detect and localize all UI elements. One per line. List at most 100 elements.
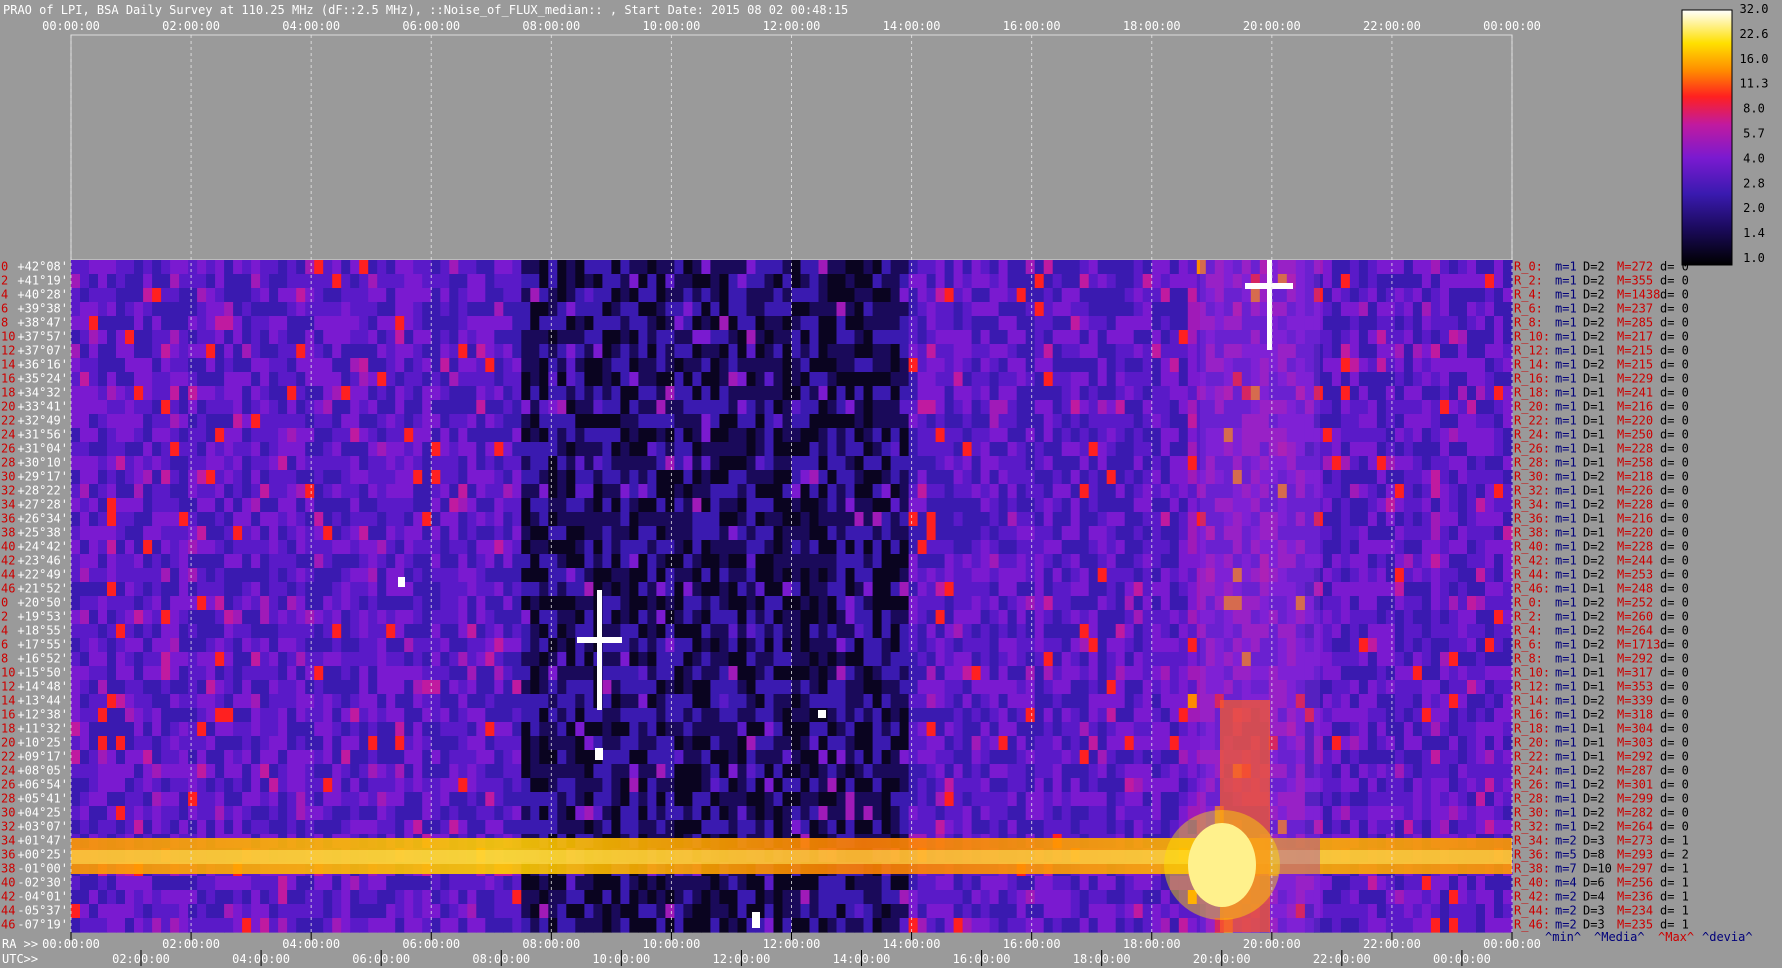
heat-cell	[161, 694, 171, 709]
heat-cell	[485, 526, 495, 541]
heat-cell	[242, 512, 252, 527]
heat-cell	[152, 512, 162, 527]
heat-cell	[305, 652, 315, 667]
heat-cell	[1034, 610, 1045, 625]
heat-cell	[980, 428, 991, 443]
heat-cell	[845, 680, 856, 695]
heat-cell	[719, 386, 729, 401]
heat-cell	[800, 316, 811, 331]
heat-cell	[530, 302, 540, 317]
heat-cell	[215, 498, 225, 513]
heat-cell	[71, 470, 81, 485]
heat-cell	[899, 470, 910, 485]
heat-cell	[224, 484, 234, 499]
heat-cell	[647, 330, 657, 345]
heat-cell	[917, 666, 928, 681]
heat-cell	[107, 610, 117, 625]
heat-cell	[107, 596, 117, 611]
heat-cell	[611, 372, 621, 387]
heat-cell	[206, 666, 216, 681]
heat-cell	[206, 414, 216, 429]
heat-cell	[665, 582, 675, 597]
heat-cell	[1142, 358, 1153, 373]
heat-cell	[485, 442, 495, 457]
heat-cell	[458, 330, 468, 345]
heat-cell	[1412, 302, 1423, 317]
heat-cell	[449, 274, 459, 289]
heat-cell	[1079, 582, 1090, 597]
heat-cell	[917, 316, 928, 331]
heat-cell	[854, 358, 865, 373]
heat-cell	[620, 610, 630, 625]
heat-cell	[872, 596, 883, 611]
heat-cell	[827, 610, 838, 625]
heat-cell	[377, 330, 387, 345]
heat-cell	[395, 316, 405, 331]
heat-cell	[548, 568, 558, 583]
heat-cell	[197, 442, 207, 457]
heat-cell	[1097, 540, 1108, 555]
heat-cell	[1061, 344, 1072, 359]
heat-cell	[1322, 512, 1333, 527]
heat-cell	[1412, 456, 1423, 471]
heat-cell	[80, 666, 90, 681]
heat-cell	[1322, 372, 1333, 387]
heat-cell	[1476, 582, 1486, 597]
heat-cell	[1187, 442, 1198, 457]
heat-cell	[1449, 288, 1459, 303]
heat-cell	[872, 638, 883, 653]
heat-cell	[917, 414, 928, 429]
heat-cell	[746, 288, 757, 303]
heat-cell	[1169, 414, 1180, 429]
heat-cell	[836, 554, 847, 569]
heat-cell	[1142, 554, 1153, 569]
heat-cell	[701, 484, 711, 499]
heat-cell	[1467, 554, 1477, 569]
heat-cell	[1160, 428, 1171, 443]
heat-cell	[584, 666, 594, 681]
heat-cell	[746, 484, 757, 499]
heat-cell	[134, 274, 144, 289]
heat-cell	[1124, 288, 1135, 303]
heat-cell	[1430, 540, 1441, 555]
heat-cell	[296, 400, 306, 415]
heat-cell	[413, 260, 423, 275]
heat-cell	[1322, 610, 1333, 625]
heat-cell	[953, 260, 964, 275]
heat-cell	[341, 400, 351, 415]
heat-cell	[1376, 414, 1387, 429]
heat-cell	[314, 274, 324, 289]
heat-cell	[152, 330, 162, 345]
heat-cell	[665, 302, 675, 317]
heat-cell	[791, 680, 802, 695]
heat-cell	[179, 694, 189, 709]
heat-cell	[575, 456, 585, 471]
heat-cell	[764, 582, 775, 597]
heat-cell	[188, 330, 198, 345]
heat-cell	[881, 400, 892, 415]
heat-cell	[1142, 498, 1153, 513]
heat-cell	[305, 260, 315, 275]
heat-cell	[269, 568, 279, 583]
heat-cell	[1079, 316, 1090, 331]
heat-cell	[1322, 428, 1333, 443]
heat-cell	[863, 372, 874, 387]
heat-cell	[449, 428, 459, 443]
heat-cell	[1358, 666, 1369, 681]
heat-cell	[368, 694, 378, 709]
heat-cell	[332, 568, 342, 583]
heat-cell	[728, 316, 739, 331]
heat-cell	[386, 526, 396, 541]
heat-cell	[845, 568, 856, 583]
heat-cell	[170, 568, 180, 583]
heat-cell	[872, 456, 883, 471]
heat-cell	[80, 302, 90, 317]
heat-cell	[125, 680, 135, 695]
heat-cell	[944, 358, 955, 373]
heat-cell	[1070, 666, 1081, 681]
heat-cell	[1367, 512, 1378, 527]
heat-cell	[1106, 260, 1117, 275]
heat-cell	[773, 456, 784, 471]
heat-cell	[980, 400, 991, 415]
heat-cell	[1097, 680, 1108, 695]
